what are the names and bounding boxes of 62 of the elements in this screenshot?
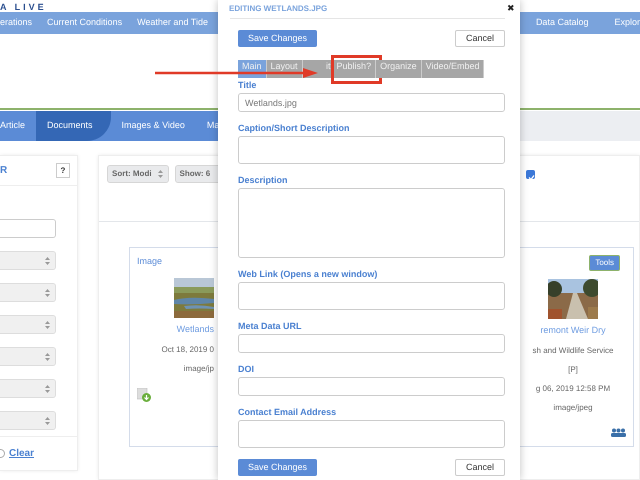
field-label: Web Link (Opens a new window) [238, 269, 378, 279]
section-tab[interactable]: Images & Video [110, 111, 196, 141]
nav-link[interactable]: erations [0, 16, 32, 30]
input-field[interactable]: Wetlands.jpg [238, 93, 505, 112]
text-area[interactable] [238, 282, 505, 310]
nav-link[interactable]: Weather and Tide [137, 16, 208, 30]
sort-select[interactable]: Sort: Modi [107, 165, 169, 183]
group-icon [611, 428, 626, 437]
file-title-link[interactable]: remont Weir Dry [540, 324, 606, 338]
filter-select[interactable] [0, 379, 56, 398]
checkbox[interactable] [526, 170, 535, 178]
field-label: Contact Email Address [238, 407, 338, 417]
nav-link[interactable]: Current Conditions [47, 16, 122, 30]
caret-icon [44, 384, 51, 394]
text-area[interactable] [238, 136, 505, 164]
meta-text: [P] [568, 364, 578, 376]
cancel-button[interactable]: Cancel [454, 30, 505, 47]
filter-select[interactable] [0, 347, 56, 366]
filter-select[interactable] [0, 315, 56, 334]
meta-text: image/jpeg [553, 402, 593, 414]
save-button[interactable]: Save Changes [238, 459, 318, 476]
nav-link[interactable]: Explor [614, 16, 640, 30]
caret-icon [44, 416, 51, 426]
field-label: DOI [238, 364, 256, 374]
tab[interactable]: Publish? [332, 60, 376, 78]
field-label: Title [238, 80, 258, 90]
close-button[interactable]: ✖ [507, 2, 515, 16]
filter-select[interactable] [0, 251, 56, 270]
caret-icon [44, 256, 51, 266]
site-logo[interactable]: A LIVE [0, 3, 47, 12]
input-field[interactable] [238, 334, 505, 353]
tab[interactable]: Video/Embed [422, 60, 484, 78]
caret-icon [44, 320, 51, 330]
meta-text: image/jp [184, 362, 214, 374]
filter-select[interactable] [0, 283, 56, 302]
file-title-link[interactable]: Wetlands [176, 323, 214, 336]
meta-text: Oct 18, 2019 0 [162, 344, 214, 356]
clear-link[interactable]: Clear [9, 446, 34, 461]
type-label: Image [137, 255, 162, 268]
filter-input[interactable] [0, 219, 56, 238]
cancel-button[interactable]: Cancel [454, 459, 505, 476]
save-button[interactable]: Save Changes [238, 30, 318, 47]
tools-button[interactable]: Tools [589, 255, 620, 271]
meta-text: sh and Wildlife Service [532, 344, 614, 356]
caret-icon [156, 169, 164, 179]
panel-title: R [0, 164, 8, 178]
field-label: Meta Data URL [238, 321, 303, 331]
help-button[interactable]: ? [56, 163, 70, 178]
caret-icon [44, 352, 51, 362]
input-field[interactable] [238, 377, 505, 396]
filter-select[interactable] [0, 411, 56, 430]
text-area[interactable] [238, 188, 505, 258]
section-tab[interactable]: Article [0, 111, 36, 141]
dialog-title: EDITING WETLANDS.JPG [229, 3, 328, 15]
nav-link[interactable]: Data Catalog [536, 16, 588, 30]
section-tab[interactable]: Documents [36, 111, 111, 141]
tab[interactable]: Organize [376, 60, 422, 78]
download-icon [137, 388, 151, 402]
caret-icon [44, 288, 51, 298]
field-label: Caption/Short Description [238, 123, 351, 133]
meta-text: g 06, 2019 12:58 PM [536, 382, 610, 394]
text-area[interactable] [238, 420, 505, 448]
